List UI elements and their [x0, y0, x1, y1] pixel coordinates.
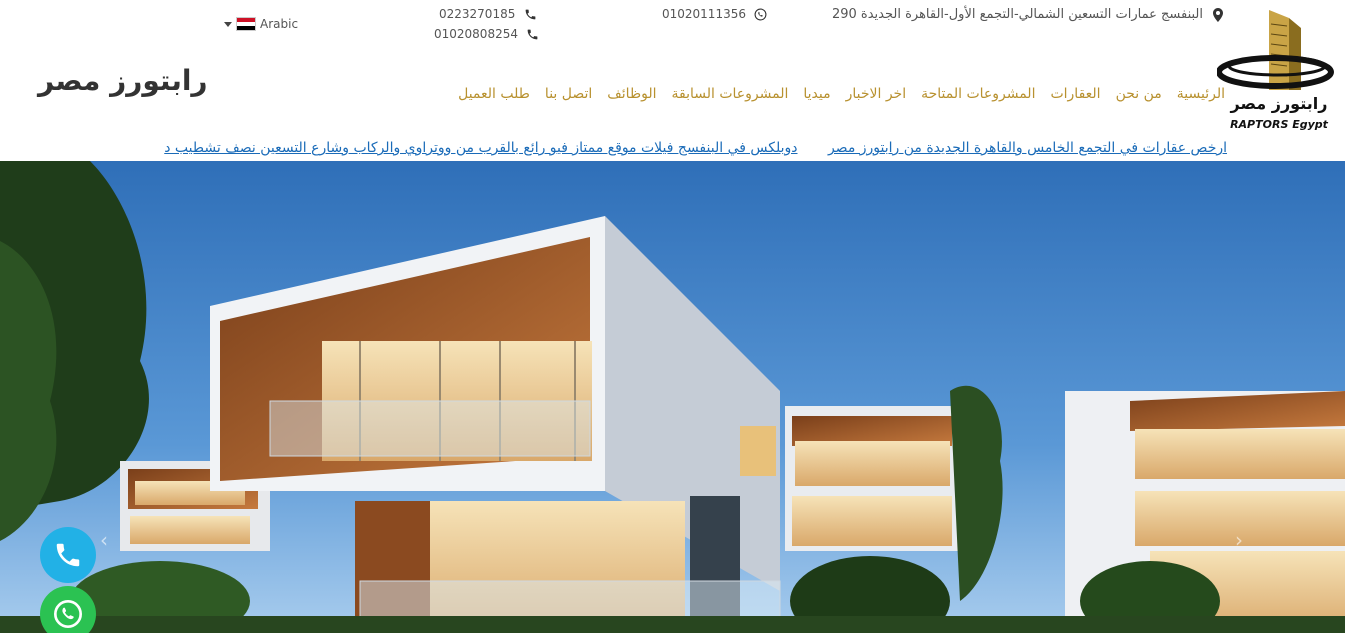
language-selector[interactable]: Arabic [224, 17, 298, 31]
nav-item-contact[interactable]: اتصل بنا [545, 86, 592, 102]
news-ticker: ارخص عقارات في التجمع الخامس والقاهرة ال… [117, 140, 1227, 162]
top-bar: Arabic 0223270185 01020808254 0102011135… [0, 0, 1345, 50]
nav-item-client-request[interactable]: طلب العميل [458, 86, 530, 102]
nav-item-latest-news[interactable]: اخر الاخبار [846, 86, 907, 102]
phone-icon [56, 543, 80, 567]
nav-item-about[interactable]: من نحن [1116, 86, 1162, 102]
whatsapp-button[interactable] [40, 586, 96, 633]
site-logo[interactable]: رابتورز مصر RAPTORS Egypt [1216, 4, 1335, 136]
phone-number-1-text: 0223270185 [439, 7, 516, 21]
ticker-link-1[interactable]: ارخص عقارات في التجمع الخامس والقاهرة ال… [828, 140, 1227, 156]
nav-item-properties[interactable]: العقارات [1050, 86, 1100, 102]
slider-next-arrow[interactable]: › [1235, 528, 1243, 552]
whatsapp-number[interactable]: 01020111356 [662, 7, 768, 21]
nav-item-home[interactable]: الرئيسية [1177, 86, 1225, 102]
logo-arabic-text: رابتورز مصر [1230, 94, 1328, 113]
phone-icon [526, 27, 540, 41]
phone-number-1[interactable]: 0223270185 [439, 7, 537, 21]
chevron-down-icon [224, 21, 232, 27]
phone-icon [523, 7, 537, 21]
address: 290 البنفسج عمارات التسعين الشمالي-التجم… [832, 7, 1225, 22]
egypt-flag-icon [236, 17, 256, 31]
nav-item-available-projects[interactable]: المشروعات المتاحة [921, 86, 1035, 102]
main-nav: الرئيسية من نحن العقارات المشروعات المتا… [458, 86, 1225, 102]
whatsapp-icon [54, 600, 82, 628]
whatsapp-number-text: 01020111356 [662, 7, 746, 21]
whatsapp-icon [754, 7, 768, 21]
hero-villa-image [0, 161, 1345, 633]
slider-prev-arrow[interactable]: ‹ [100, 528, 108, 552]
logo-english-text: RAPTORS Egypt [1230, 118, 1328, 131]
nav-item-jobs[interactable]: الوظائف [607, 86, 656, 102]
ticker-link-2[interactable]: دوبلكس في البنفسج فيلات موقع ممتاز فيو ر… [164, 140, 797, 156]
brand-title: رابتورز مصر [38, 64, 208, 97]
nav-item-previous-projects[interactable]: المشروعات السابقة [671, 86, 788, 102]
call-button[interactable] [40, 527, 96, 583]
language-label: Arabic [260, 17, 299, 31]
address-text: 290 البنفسج عمارات التسعين الشمالي-التجم… [831, 7, 1203, 22]
nav-item-media[interactable]: ميديا [803, 86, 830, 102]
phone-number-2-text: 01020808254 [434, 27, 518, 41]
hero-slider[interactable]: ‹ › [0, 161, 1345, 633]
phone-number-2[interactable]: 01020808254 [434, 27, 540, 41]
